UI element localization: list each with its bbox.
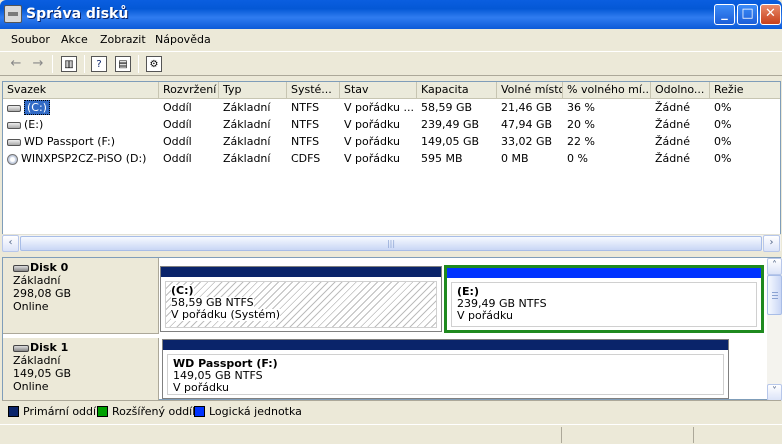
partition-e-body: (E:) 239,49 GB NTFS V pořádku bbox=[451, 282, 757, 327]
disk-0-label[interactable]: Disk 0 Základní 298,08 GB Online bbox=[3, 258, 159, 334]
table-row[interactable]: WINXPSP2CZ-PiSO (D:) Oddíl Základní CDFS… bbox=[3, 150, 780, 167]
col-rezie[interactable]: Režie bbox=[710, 82, 782, 99]
toolbar-separator bbox=[84, 55, 85, 73]
legend-logical: Logická jednotka bbox=[194, 405, 302, 418]
scroll-down-button[interactable]: ˅ bbox=[767, 384, 782, 401]
primary-partition-bar bbox=[161, 267, 441, 277]
disk-graphic-view: Disk 0 Základní 298,08 GB Online (C:) 58… bbox=[2, 257, 782, 401]
vertical-scroll-thumb[interactable] bbox=[767, 275, 782, 315]
hard-disk-icon bbox=[13, 345, 29, 352]
col-rozvrzeni[interactable]: Rozvržení bbox=[159, 82, 219, 99]
minimize-button[interactable]: _ bbox=[714, 4, 735, 25]
help-icon[interactable]: ? bbox=[91, 56, 107, 72]
close-button[interactable]: ✕ bbox=[760, 4, 781, 25]
toolbar-separator bbox=[52, 55, 53, 73]
partition-f[interactable]: WD Passport (F:) 149,05 GB NTFS V pořádk… bbox=[162, 339, 729, 399]
legend-primary: Primární oddíl bbox=[8, 405, 99, 418]
col-stav[interactable]: Stav bbox=[340, 82, 417, 99]
scroll-right-button[interactable]: › bbox=[763, 235, 780, 252]
hard-disk-icon bbox=[13, 265, 29, 272]
partition-c-body: (C:) 58,59 GB NTFS V pořádku (Systém) bbox=[165, 281, 437, 328]
legend-swatch bbox=[194, 406, 205, 417]
toolbar-separator bbox=[138, 55, 139, 73]
table-row[interactable]: (C:) Oddíl Základní NTFS V pořádku ... 5… bbox=[3, 99, 780, 116]
status-pane bbox=[696, 427, 780, 443]
drive-icon bbox=[7, 121, 21, 129]
menu-bar: Soubor Akce Zobrazit Nápověda bbox=[0, 29, 782, 51]
scroll-thumb[interactable]: ||| bbox=[20, 236, 762, 251]
primary-partition-bar bbox=[163, 340, 728, 350]
legend: Primární oddíl Rozšířený oddíl Logická j… bbox=[2, 400, 781, 422]
drive-icon bbox=[7, 104, 21, 112]
maximize-button[interactable]: □ bbox=[737, 4, 758, 25]
legend-swatch bbox=[8, 406, 19, 417]
settings-icon[interactable]: ⚙ bbox=[146, 56, 162, 72]
disk-0-partitions: (C:) 58,59 GB NTFS V pořádku (Systém) (E… bbox=[160, 265, 764, 333]
back-icon[interactable]: ← bbox=[7, 55, 25, 73]
legend-extended: Rozšířený oddíl bbox=[97, 405, 195, 418]
col-svazek[interactable]: Svazek bbox=[3, 82, 159, 99]
forward-icon[interactable]: → bbox=[29, 55, 47, 73]
scroll-left-button[interactable]: ‹ bbox=[2, 235, 19, 252]
properties-icon[interactable]: ▤ bbox=[115, 56, 131, 72]
cd-icon bbox=[7, 153, 18, 165]
table-row[interactable]: (E:) Oddíl Základní NTFS V pořádku 239,4… bbox=[3, 116, 780, 133]
col-volne-misto[interactable]: Volné místo bbox=[497, 82, 563, 99]
partition-f-body: WD Passport (F:) 149,05 GB NTFS V pořádk… bbox=[167, 354, 724, 395]
toolbar: ← → ▥ ? ▤ ⚙ bbox=[0, 51, 782, 76]
col-procento-volneho[interactable]: % volného mí... bbox=[563, 82, 651, 99]
status-pane bbox=[564, 427, 694, 443]
logical-drive-bar bbox=[447, 268, 761, 278]
volume-list[interactable]: Svazek Rozvržení Typ Systé... Stav Kapac… bbox=[2, 81, 781, 251]
col-odolnost[interactable]: Odolno... bbox=[651, 82, 710, 99]
partition-e[interactable]: (E:) 239,49 GB NTFS V pořádku bbox=[444, 265, 764, 333]
legend-swatch bbox=[97, 406, 108, 417]
volume-list-header: Svazek Rozvržení Typ Systé... Stav Kapac… bbox=[3, 82, 780, 99]
scroll-up-button[interactable]: ˄ bbox=[767, 258, 782, 275]
status-bar bbox=[0, 424, 782, 444]
vertical-scrollbar[interactable]: ˄ ˅ bbox=[767, 258, 782, 401]
horizontal-scrollbar[interactable]: ‹ ||| › bbox=[2, 234, 781, 252]
disk-1-partitions: WD Passport (F:) 149,05 GB NTFS V pořádk… bbox=[162, 339, 729, 399]
console-tree-icon[interactable]: ▥ bbox=[61, 56, 77, 72]
col-system[interactable]: Systé... bbox=[287, 82, 340, 99]
table-row[interactable]: WD Passport (F:) Oddíl Základní NTFS V p… bbox=[3, 133, 780, 150]
col-typ[interactable]: Typ bbox=[219, 82, 287, 99]
partition-c[interactable]: (C:) 58,59 GB NTFS V pořádku (Systém) bbox=[160, 266, 442, 332]
drive-icon bbox=[7, 138, 21, 146]
col-kapacita[interactable]: Kapacita bbox=[417, 82, 497, 99]
menu-soubor[interactable]: Soubor bbox=[11, 33, 50, 46]
menu-akce[interactable]: Akce bbox=[61, 33, 88, 46]
title-bar[interactable]: Správa disků _ □ ✕ bbox=[0, 0, 782, 29]
window-title: Správa disků bbox=[26, 6, 129, 22]
menu-napoveda[interactable]: Nápověda bbox=[155, 33, 211, 46]
disk-management-icon bbox=[4, 5, 22, 23]
menu-zobrazit[interactable]: Zobrazit bbox=[100, 33, 146, 46]
disk-1-label[interactable]: Disk 1 Základní 149,05 GB Online bbox=[3, 338, 159, 401]
status-pane bbox=[0, 427, 562, 443]
